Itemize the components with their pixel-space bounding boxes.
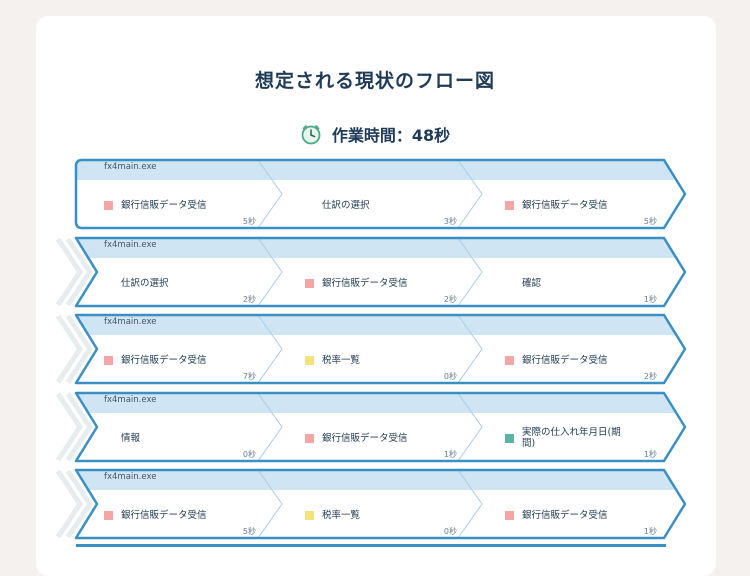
flow-step[interactable]: 銀行信販データ受信 [305, 427, 465, 449]
work-time-header: 作業時間：48秒 [0, 122, 750, 146]
pink-square-icon [104, 200, 113, 210]
step-label: 銀行信販データ受信 [522, 354, 608, 366]
step-duration: 0秒 [443, 527, 457, 536]
step-duration: 5秒 [643, 217, 657, 226]
step-label: 確認 [522, 277, 542, 289]
step-duration: 1秒 [643, 527, 657, 536]
teal-square-icon [505, 433, 514, 443]
exe-label: fx4main.exe [104, 317, 157, 327]
flow-row: fx4main.exe 銀行信販データ受信 7秒 税率一覧 0秒 銀行信販データ受信 2秒 [0, 313, 750, 389]
flow-step[interactable]: 仕訳の選択 [104, 272, 264, 294]
step-label: 税率一覧 [322, 509, 361, 521]
work-time-label: 作業時間：48秒 [331, 126, 451, 145]
step-duration: 5秒 [242, 527, 256, 536]
flow-step[interactable]: 銀行信販データ受信 [505, 194, 665, 216]
flow-step[interactable]: 税率一覧 [305, 504, 465, 526]
flow-step[interactable]: 銀行信販データ受信 [104, 349, 264, 371]
step-label: 銀行信販データ受信 [322, 432, 408, 444]
step-duration: 2秒 [443, 295, 457, 304]
flow-row: fx4main.exe 銀行信販データ受信 5秒 税率一覧 0秒 銀行信販データ受信 1秒 [0, 468, 750, 544]
pink-square-icon [505, 510, 514, 520]
pink-square-icon [505, 355, 514, 365]
step-duration: 7秒 [242, 372, 256, 381]
flow-step[interactable]: 実際の仕入れ年月日(期間) [505, 423, 625, 453]
step-label: 情報 [121, 432, 141, 444]
exe-label: fx4main.exe [104, 240, 157, 250]
step-label: 銀行信販データ受信 [522, 199, 608, 211]
pink-square-icon [104, 355, 113, 365]
step-duration: 3秒 [443, 217, 457, 226]
flow-step[interactable]: 銀行信販データ受信 [104, 504, 264, 526]
exe-label: fx4main.exe [104, 162, 157, 172]
yellow-square-icon [305, 510, 314, 520]
flow-step[interactable]: 情報 [104, 427, 264, 449]
step-label: 銀行信販データ受信 [121, 199, 207, 211]
pink-square-icon [505, 200, 514, 210]
flow-step[interactable]: 税率一覧 [305, 349, 465, 371]
flow-step[interactable]: 銀行信販データ受信 [505, 504, 665, 526]
step-label: 銀行信販データ受信 [121, 354, 207, 366]
step-duration: 2秒 [242, 295, 256, 304]
clock-icon [301, 125, 321, 145]
pink-square-icon [104, 510, 113, 520]
flow-row: fx4main.exe 仕訳の選択 2秒 銀行信販データ受信 2秒 確認 1秒 [0, 236, 750, 312]
step-duration: 1秒 [643, 295, 657, 304]
flow-row: fx4main.exe 情報 0秒 銀行信販データ受信 1秒 実際の仕入れ年月日(期間) 1… [0, 391, 750, 467]
step-duration: 2秒 [643, 372, 657, 381]
step-duration: 0秒 [443, 372, 457, 381]
step-label: 仕訳の選択 [121, 277, 169, 289]
flow-step[interactable]: 銀行信販データ受信 [104, 194, 264, 216]
step-label: 銀行信販データ受信 [522, 509, 608, 521]
flow-step[interactable]: 銀行信販データ受信 [305, 272, 465, 294]
exe-label: fx4main.exe [104, 472, 157, 482]
step-label: 実際の仕入れ年月日(期間) [522, 427, 621, 449]
flow-step[interactable]: 確認 [505, 272, 665, 294]
step-label: 銀行信販データ受信 [121, 509, 207, 521]
yellow-square-icon [305, 355, 314, 365]
step-duration: 1秒 [443, 450, 457, 459]
step-label: 仕訳の選択 [322, 199, 370, 211]
exe-label: fx4main.exe [104, 395, 157, 405]
flow-row: fx4main.exe 銀行信販データ受信 5秒 仕訳の選択 3秒 銀行信販データ受信 5秒 [0, 158, 750, 234]
step-label: 税率一覧 [322, 354, 361, 366]
pink-square-icon [305, 433, 314, 443]
step-duration: 5秒 [242, 217, 256, 226]
step-duration: 0秒 [242, 450, 256, 459]
step-duration: 1秒 [643, 450, 657, 459]
flow-step[interactable]: 銀行信販データ受信 [505, 349, 665, 371]
pink-square-icon [305, 278, 314, 288]
page-title: 想定される現状のフロー図 [254, 70, 495, 92]
flow-step[interactable]: 仕訳の選択 [305, 194, 465, 216]
step-label: 銀行信販データ受信 [322, 277, 408, 289]
